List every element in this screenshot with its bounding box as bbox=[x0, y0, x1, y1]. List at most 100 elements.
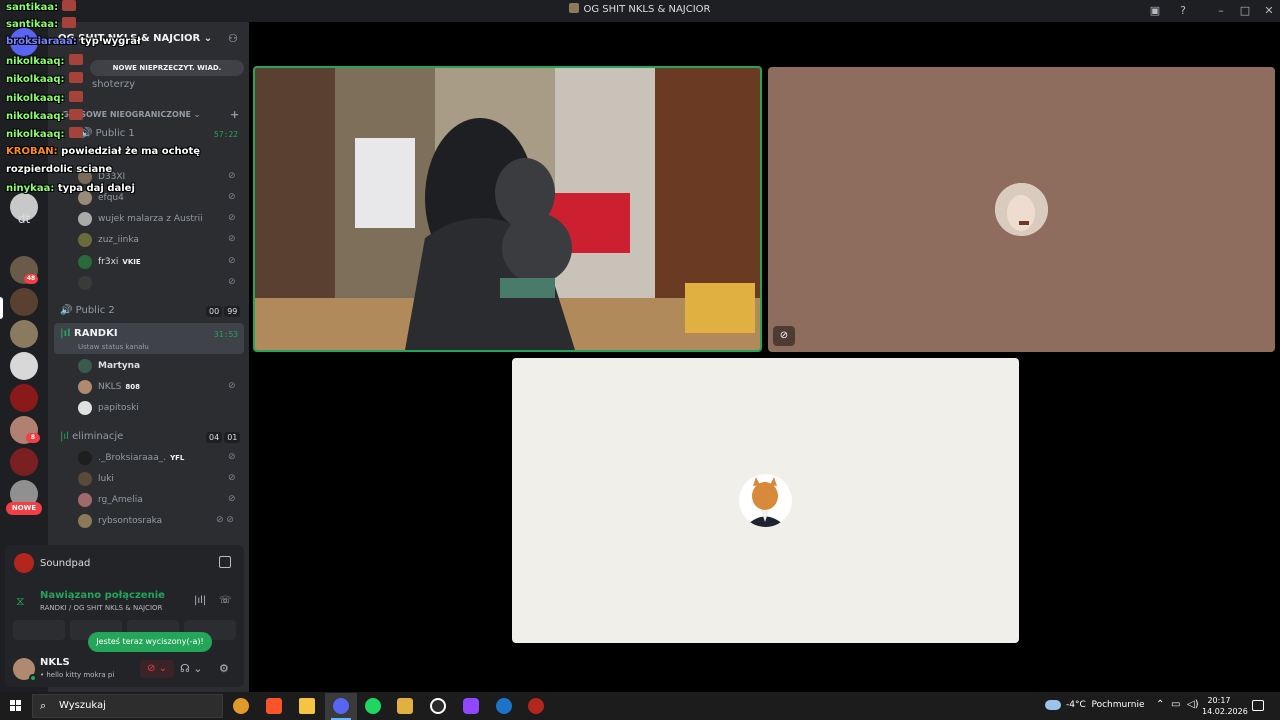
taskbar-app-icon[interactable] bbox=[463, 698, 479, 714]
chat-message: ninykaa: typa daj dalej bbox=[6, 183, 135, 194]
system-clock[interactable]: 20:17 14.02.2026 bbox=[1202, 695, 1248, 717]
emote-icon bbox=[68, 72, 83, 83]
voice-user[interactable]: luki bbox=[78, 472, 114, 488]
discord-icon[interactable] bbox=[333, 698, 349, 714]
disconnect-icon[interactable]: ☏ bbox=[219, 595, 232, 606]
server-icon[interactable] bbox=[10, 448, 38, 476]
voice-user[interactable] bbox=[78, 276, 98, 292]
server-icon[interactable] bbox=[10, 352, 38, 380]
title-bar: OG SHIT NKLS & NAJCIOR ▣ ? – □ ✕ bbox=[0, 0, 1280, 22]
windows-start-icon[interactable] bbox=[10, 700, 22, 712]
close-button[interactable]: ✕ bbox=[1260, 2, 1278, 20]
muted-icon: ⊘ bbox=[228, 213, 236, 223]
emote-icon bbox=[62, 0, 77, 11]
soundpad-activity: Soundpad bbox=[40, 558, 91, 569]
voice-user[interactable]: NKLS 808 bbox=[78, 380, 140, 396]
muted-icon: ⊘ bbox=[228, 452, 236, 462]
voice-user[interactable]: rg_Amelia bbox=[78, 493, 143, 509]
steam-icon[interactable] bbox=[496, 698, 512, 714]
current-user-status[interactable]: • hello kitty mokra pi bbox=[40, 671, 132, 679]
voice-channel-public-1[interactable]: 🔊 Public 1 bbox=[80, 128, 135, 139]
voice-user[interactable]: wujek malarza z Austrii bbox=[78, 212, 203, 228]
voice-channel-eliminacje[interactable]: |ıl eliminacje bbox=[60, 431, 123, 442]
notifications-icon[interactable] bbox=[1252, 700, 1264, 711]
avatar bbox=[78, 401, 92, 415]
server-icon[interactable] bbox=[10, 320, 38, 348]
headphones-icon[interactable]: ☊ ⌄ bbox=[180, 662, 202, 675]
muted-icon: ⊘ bbox=[228, 494, 236, 504]
obs-icon[interactable] bbox=[430, 698, 446, 714]
avatar bbox=[78, 255, 92, 269]
avatar bbox=[78, 380, 92, 394]
minimize-button[interactable]: – bbox=[1212, 2, 1230, 20]
chat-message: nikolkaaq: bbox=[6, 54, 83, 67]
muted-mic-icon: ⊘ bbox=[773, 326, 795, 346]
avatar bbox=[78, 514, 92, 528]
voice-channel-randki[interactable]: |ıl RANDKI bbox=[60, 328, 118, 339]
voice-user[interactable]: rybsontosraka bbox=[78, 514, 162, 530]
unread-messages-pill[interactable]: NOWE NIEPRZECZYT. WIAD. bbox=[90, 60, 244, 76]
voice-user[interactable]: zuz_iinka bbox=[78, 233, 139, 249]
channel-status-prompt[interactable]: Ustaw status kanału bbox=[78, 343, 149, 351]
mention-badge: 48 bbox=[24, 274, 38, 284]
chat-message: santikaa: bbox=[6, 0, 77, 13]
spotify-icon[interactable] bbox=[365, 698, 381, 714]
soundpad-logo-icon bbox=[14, 553, 34, 573]
emote-icon bbox=[68, 91, 83, 102]
cloud-icon[interactable] bbox=[1045, 700, 1061, 710]
chat-message: nikolkaaq: bbox=[6, 127, 83, 140]
voice-user[interactable]: fr3xi VKIE bbox=[78, 255, 141, 271]
soundpad-icon[interactable] bbox=[528, 698, 544, 714]
search-placeholder[interactable]: Wyszukaj bbox=[59, 700, 106, 711]
maximize-button[interactable]: □ bbox=[1236, 2, 1254, 20]
chat-message: rozpierdolic sciane bbox=[6, 164, 113, 175]
muted-icon: ⊘ bbox=[228, 171, 236, 181]
chat-message: nikolkaaq: bbox=[6, 72, 83, 85]
add-channel-icon[interactable]: + bbox=[230, 108, 239, 121]
volume-icon[interactable]: ◁) bbox=[1187, 699, 1199, 710]
tray-chevron-icon[interactable]: ⌃ bbox=[1156, 699, 1164, 710]
settings-gear-icon[interactable]: ⚙ bbox=[219, 662, 229, 675]
channel-timer: 57:22 bbox=[214, 130, 239, 139]
voice-connection-location[interactable]: RANDKI / OG SHIT NKLS & NAJCIOR bbox=[40, 604, 162, 612]
add-member-icon[interactable]: ⚇ bbox=[228, 32, 240, 45]
brave-icon[interactable] bbox=[266, 698, 282, 714]
new-unreads-badge[interactable]: NOWE bbox=[6, 502, 42, 515]
server-icon bbox=[569, 3, 580, 13]
noise-suppression-icon[interactable]: |ıl| bbox=[194, 595, 206, 606]
muted-icon: ⊘ bbox=[228, 473, 236, 483]
voice-user[interactable]: Martyna bbox=[78, 359, 140, 375]
muted-icon: ⊘ bbox=[228, 277, 236, 287]
chat-message: nikolkaaq: bbox=[6, 109, 83, 122]
taskbar-app-icon[interactable] bbox=[233, 698, 249, 714]
server-folder-dt[interactable]: dt bbox=[10, 205, 38, 233]
connection-signal-icon[interactable]: ⧖ bbox=[16, 594, 24, 609]
file-explorer-icon[interactable] bbox=[299, 698, 315, 714]
taskbar-app-icon[interactable] bbox=[397, 698, 413, 714]
network-icon[interactable]: ▭ bbox=[1171, 699, 1180, 710]
voice-connection-status[interactable]: Nawiązano połączenie bbox=[40, 590, 165, 601]
muted-deafened-icon: ⊘ ⊘ bbox=[216, 515, 234, 525]
emote-icon bbox=[68, 127, 83, 138]
voice-channel-public-2[interactable]: 🔊 Public 2 bbox=[60, 305, 115, 316]
avatar bbox=[78, 359, 92, 373]
online-status-icon bbox=[29, 674, 37, 682]
server-icon[interactable] bbox=[10, 288, 38, 316]
help-icon[interactable]: ? bbox=[1174, 2, 1192, 20]
video-tile-camera[interactable] bbox=[253, 66, 762, 352]
weather-widget[interactable]: -4°C Pochmurnie bbox=[1066, 700, 1145, 710]
voice-user[interactable]: ._Broksiaraaa_. YFL bbox=[78, 451, 184, 467]
activity-screen-icon[interactable] bbox=[219, 556, 231, 568]
inbox-icon[interactable]: ▣ bbox=[1146, 2, 1164, 20]
microphone-muted-button[interactable]: ⊘ ⌄ bbox=[140, 660, 174, 678]
current-user-name[interactable]: NKLS bbox=[40, 657, 70, 668]
category-voice[interactable]: GŁOSOWE NIEOGRANICZONE ⌄ bbox=[62, 110, 201, 119]
avatar bbox=[78, 472, 92, 486]
mention-badge: 8 bbox=[26, 433, 40, 443]
emote-icon bbox=[68, 54, 83, 65]
avatar bbox=[78, 451, 92, 465]
text-channel-shoterzy[interactable]: shoterzy bbox=[92, 79, 135, 90]
server-icon[interactable] bbox=[10, 384, 38, 412]
voice-user[interactable]: papitoski bbox=[78, 401, 139, 417]
camera-button[interactable] bbox=[13, 620, 65, 640]
